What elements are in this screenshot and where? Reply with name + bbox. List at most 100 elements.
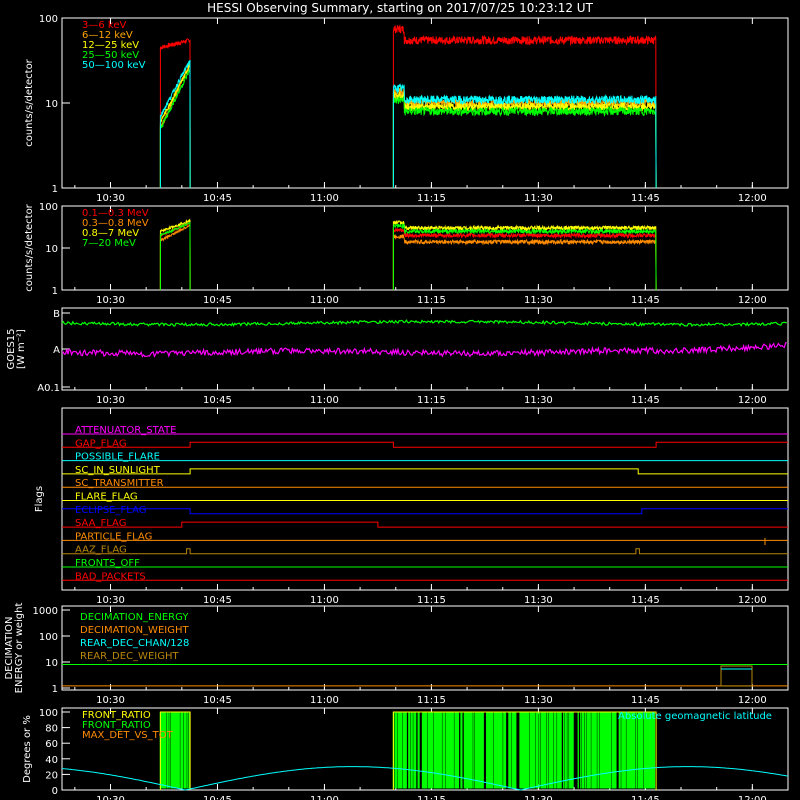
panel-flags-xtick-label: 10:30 — [96, 595, 125, 606]
panel-ratios-ytick-label: 20 — [45, 770, 58, 781]
panel-goes-xtick-label: 11:15 — [417, 395, 446, 406]
panel-goes-xtick-label: 11:45 — [631, 395, 660, 406]
panels-group: 10:30 10:45 11:00 11:15 11:30 11:45 12:0011010… — [4, 14, 789, 800]
flag-label-bad_packets: BAD_PACKETS — [75, 571, 146, 582]
panel-goes-ylabel2: [W m⁻²] — [16, 329, 27, 369]
panel-decimation-xtick-label: 10:45 — [203, 695, 232, 706]
panel-goes-ytick-label: A — [53, 345, 60, 356]
panel-lightcurve-low-xtick-label: 11:45 — [631, 193, 660, 204]
chart-title: HESSI Observing Summary, starting on 201… — [207, 1, 593, 15]
panel-lightcurve-high-xtick-label: 11:45 — [631, 295, 660, 306]
panel-lightcurve-high-ytick-label: 10 — [45, 244, 58, 255]
series-lightcurve-low-1-seg2 — [392, 86, 657, 189]
panel-decimation-xtick-label: 11:15 — [417, 695, 446, 706]
panel-ratios-ytick-label: 0 — [52, 786, 58, 797]
legend-lightcurve-low-4: 50—100 keV — [82, 60, 146, 71]
legend-decimation-1: DECIMATION_WEIGHT — [80, 625, 189, 636]
panel-lightcurve-low-ylabel: counts/s/detector — [24, 58, 35, 146]
flag-label-sc_in_sunlight: SC_IN_SUNLIGHT — [75, 465, 161, 476]
panel-lightcurve-low-ytick-label: 100 — [39, 14, 58, 25]
panel-ratios-xtick-label: 11:15 — [417, 795, 446, 800]
panel-lightcurve-low-xtick-label: 10:30 — [96, 193, 125, 204]
panel-decimation-xtick-label: 11:45 — [631, 695, 660, 706]
panel-flags-xtick-label: 11:45 — [631, 595, 660, 606]
panel-ratios-xtick-label: 10:45 — [203, 795, 232, 800]
panel-decimation-ytick-label: 10 — [45, 658, 58, 669]
panel-decimation-ytick-label: 1000 — [33, 606, 58, 617]
panel-flags-xtick-label: 12:00 — [738, 595, 767, 606]
flag-line-sc_in_sunlight — [62, 468, 788, 475]
panel-flags-xtick-label: 11:00 — [310, 595, 339, 606]
panel-lightcurve-low-xtick-label: 12:00 — [738, 193, 767, 204]
legend-decimation-3: REAR_DEC_WEIGHT — [80, 651, 179, 662]
panel-decimation-xtick-label: 11:00 — [310, 695, 339, 706]
flag-label-fronts_off: FRONTS_OFF — [75, 558, 140, 569]
legend-ratios-2: MAX_DET_VS_TOT — [82, 730, 174, 741]
flag-label-possible_flare: POSSIBLE_FLARE — [75, 452, 160, 463]
panel-ratios-ytick-label: 100 — [39, 708, 58, 719]
panel-lightcurve-high-xtick-label: 11:00 — [310, 295, 339, 306]
panel-ratios-ytick-label: 40 — [45, 755, 58, 766]
panel-lightcurve-high-xtick-label: 10:45 — [203, 295, 232, 306]
series-lightcurve-low-1-seg1 — [159, 62, 191, 189]
panel-lightcurve-high-xtick-label: 12:00 — [738, 295, 767, 306]
panel-lightcurve-low-xtick-label: 11:15 — [417, 193, 446, 204]
panel-flags-xtick-label: 11:30 — [524, 595, 553, 606]
flag-label-aaz_flag: AAZ_FLAG — [75, 545, 127, 556]
flag-label-flare_flag: FLARE_FLAG — [75, 492, 138, 503]
panel-ratios-ytick-label: 60 — [45, 739, 58, 750]
panel-goes-ytick-label: B — [53, 309, 60, 320]
series-lightcurve-low-4-seg1 — [159, 59, 191, 189]
panel-ratios-ytick-label: 80 — [45, 724, 58, 735]
flag-line-saa_flag — [62, 521, 788, 528]
panel-lightcurve-low-ytick-label: 1 — [52, 184, 58, 195]
series-lightcurve-high-0-seg2 — [392, 227, 657, 291]
panel-decimation-ytick-label: 100 — [39, 632, 58, 643]
panel-decimation-ytick-label: 1 — [52, 684, 58, 695]
panel-lightcurve-low-xtick-label: 10:45 — [203, 193, 232, 204]
panel-lightcurve-low-xtick-label: 11:00 — [310, 193, 339, 204]
panel-ratios-xtick-label: 11:00 — [310, 795, 339, 800]
series-lightcurve-low-3-seg2 — [392, 95, 657, 189]
panel-goes-xtick-label: 12:00 — [738, 395, 767, 406]
flag-label-gap_flag: GAP_FLAG — [75, 438, 127, 449]
panel-decimation-xtick-label: 10:30 — [96, 695, 125, 706]
panel-flags-xtick-label: 11:15 — [417, 595, 446, 606]
flag-label-saa_flag: SAA_FLAG — [75, 518, 126, 529]
panel-flags-xtick-label: 10:45 — [203, 595, 232, 606]
panel-ratios-xtick-label: 11:30 — [524, 795, 553, 800]
panel-goes-xtick-label: 10:45 — [203, 395, 232, 406]
flag-line-gap_flag — [62, 441, 788, 448]
panel-ratios-xtick-label: 12:00 — [738, 795, 767, 800]
flag-line-aaz_flag — [62, 548, 788, 555]
panel-ratios-xtick-label: 11:45 — [631, 795, 660, 800]
panel-lightcurve-high-ytick-label: 100 — [39, 202, 58, 213]
legend-decimation-2: REAR_DEC_CHAN/128 — [80, 638, 189, 649]
legend-decimation-0: DECIMATION_ENERGY — [80, 612, 189, 623]
panel-goes-xtick-label: 11:30 — [524, 395, 553, 406]
panel-goes-ytick-label: A0.1 — [37, 383, 60, 394]
legend-lightcurve-high-3: 7—20 MeV — [82, 238, 136, 249]
panel-lightcurve-high-xtick-label: 11:15 — [417, 295, 446, 306]
series-lightcurve-low-4-seg2 — [392, 83, 657, 189]
panel-lightcurve-low-ytick-label: 10 — [45, 99, 58, 110]
flag-label-attenuator_state: ATTENUATOR_STATE — [75, 425, 176, 436]
series-lightcurve-low-2-seg2 — [392, 91, 657, 189]
hessi-summary-chart: HESSI Observing Summary, starting on 201… — [4, 1, 789, 800]
panel-lightcurve-high-ylabel: counts/s/detector — [24, 203, 35, 291]
series-goes-long — [61, 319, 787, 328]
flag-line-eclipse_flag — [62, 508, 788, 515]
panel-lightcurve-high-xtick-label: 10:30 — [96, 295, 125, 306]
panel-goes-frame — [61, 307, 789, 391]
panel-ratios-ylabel: Degrees or % — [22, 715, 33, 783]
panel-goes-xtick-label: 11:00 — [310, 395, 339, 406]
panel-lightcurve-high-ytick-label: 1 — [52, 286, 58, 297]
legend-ratios-latitude: Absolute geomagnetic latitude — [618, 711, 772, 722]
panel-decimation-ylabel2: ENERGY or weight — [14, 603, 25, 694]
panel-goes-xtick-label: 10:30 — [96, 395, 125, 406]
panel-decimation-xtick-label: 12:00 — [738, 695, 767, 706]
panel-decimation-xtick-label: 11:30 — [524, 695, 553, 706]
series-lightcurve-low-2-seg1 — [159, 65, 191, 189]
panel-lightcurve-low-xtick-label: 11:30 — [524, 193, 553, 204]
flag-label-sc_transmitter: SC_TRANSMITTER — [75, 478, 164, 489]
